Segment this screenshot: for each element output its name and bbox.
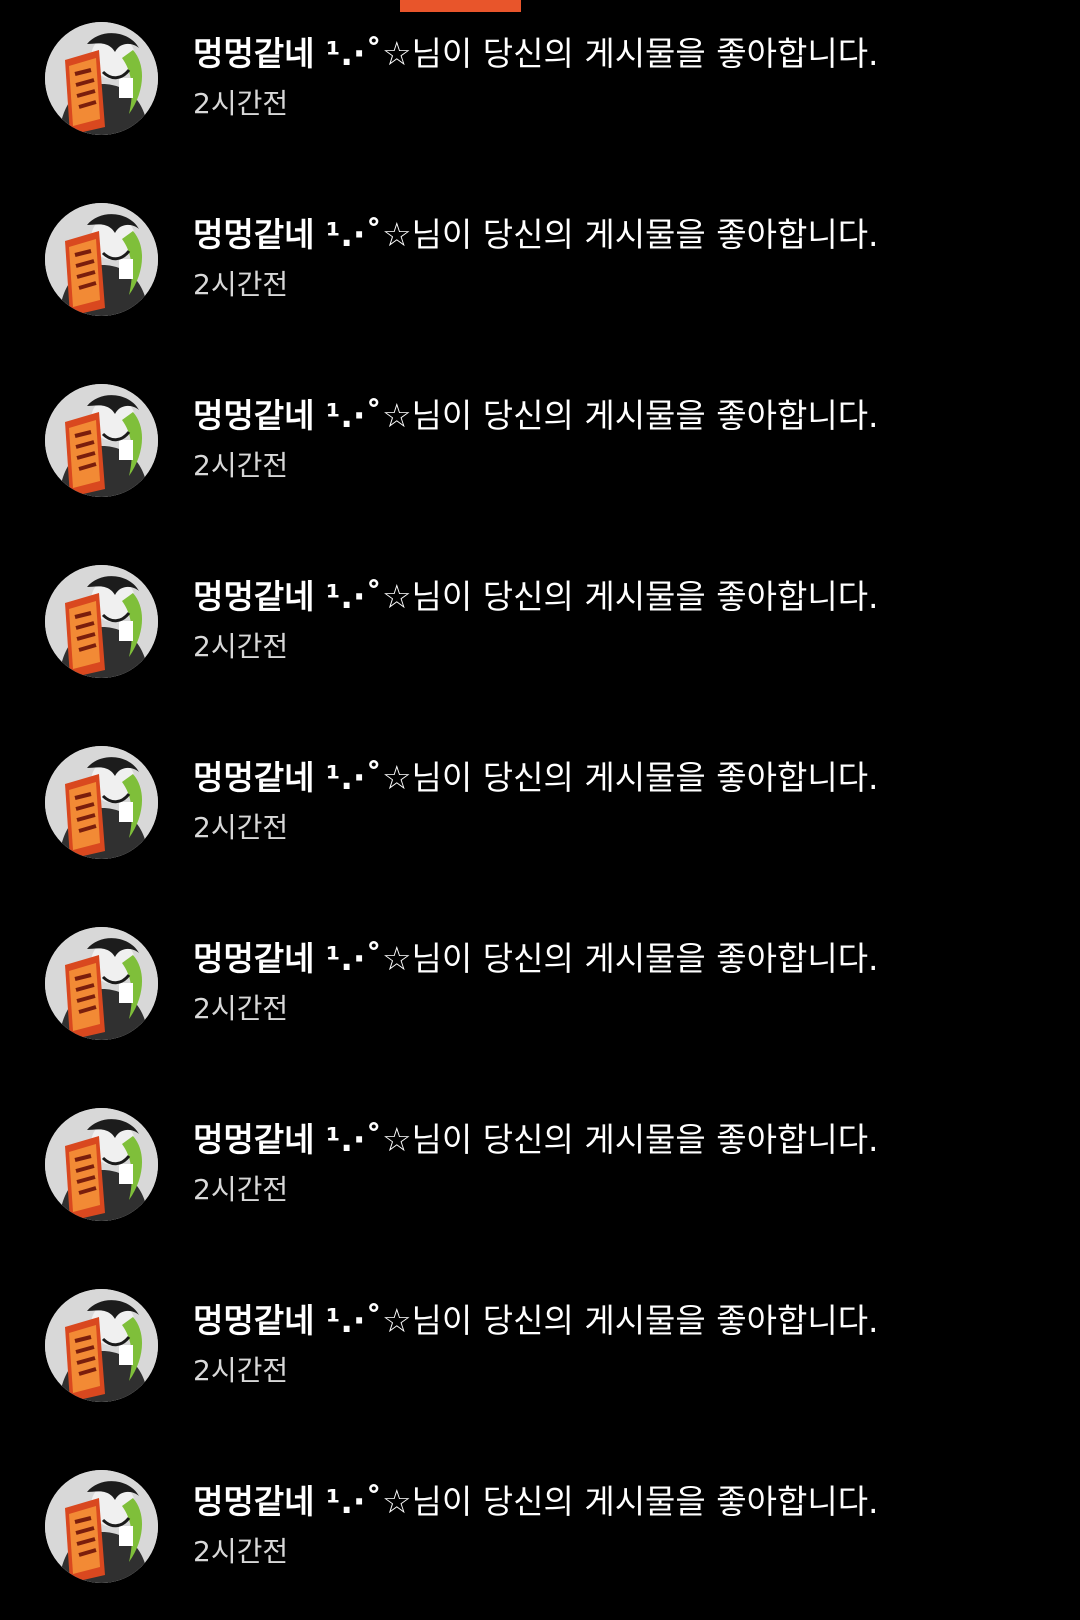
action-text: ☆님이 당신의 게시물을 좋아합니다. — [381, 1120, 879, 1159]
notification-text: 멍멍같네 ¹.·˚☆님이 당신의 게시물을 좋아합니다. 2시간전 — [193, 1118, 1053, 1208]
list-item[interactable]: 멍멍같네 ¹.·˚☆님이 당신의 게시물을 좋아합니다. 2시간전 — [0, 746, 1080, 927]
action-text: ☆님이 당신의 게시물을 좋아합니다. — [381, 1482, 879, 1521]
action-text: ☆님이 당신의 게시물을 좋아합니다. — [381, 215, 879, 254]
username[interactable]: 멍멍같네 ¹.·˚ — [193, 939, 382, 978]
timestamp: 2시간전 — [193, 449, 289, 482]
action-text: ☆님이 당신의 게시물을 좋아합니다. — [381, 758, 879, 797]
list-item[interactable]: 멍멍같네 ¹.·˚☆님이 당신의 게시물을 좋아합니다. 2시간전 — [0, 1108, 1080, 1289]
notifications-page: 멍멍같네 ¹.·˚☆님이 당신의 게시물을 좋아합니다. 2시간전 멍멍같네 ¹… — [0, 0, 1080, 1620]
list-item[interactable]: 멍멍같네 ¹.·˚☆님이 당신의 게시물을 좋아합니다. 2시간전 — [0, 22, 1080, 203]
action-text: ☆님이 당신의 게시물을 좋아합니다. — [381, 396, 879, 435]
profile-avatar-icon[interactable] — [45, 203, 158, 316]
timestamp: 2시간전 — [193, 87, 289, 120]
list-item[interactable]: 멍멍같네 ¹.·˚☆님이 당신의 게시물을 좋아합니다. 2시간전 — [0, 203, 1080, 384]
notification-text: 멍멍같네 ¹.·˚☆님이 당신의 게시물을 좋아합니다. 2시간전 — [193, 756, 1053, 846]
timestamp: 2시간전 — [193, 1173, 289, 1206]
list-item[interactable]: 멍멍같네 ¹.·˚☆님이 당신의 게시물을 좋아합니다. 2시간전 — [0, 927, 1080, 1108]
timestamp: 2시간전 — [193, 268, 289, 301]
notification-text: 멍멍같네 ¹.·˚☆님이 당신의 게시물을 좋아합니다. 2시간전 — [193, 213, 1053, 303]
username[interactable]: 멍멍같네 ¹.·˚ — [193, 577, 382, 616]
notification-message: 멍멍같네 ¹.·˚☆님이 당신의 게시물을 좋아합니다. — [193, 1118, 1053, 1162]
action-text: ☆님이 당신의 게시물을 좋아합니다. — [381, 577, 879, 616]
notification-message: 멍멍같네 ¹.·˚☆님이 당신의 게시물을 좋아합니다. — [193, 32, 1053, 76]
profile-avatar-icon[interactable] — [45, 1289, 158, 1402]
list-item[interactable]: 멍멍같네 ¹.·˚☆님이 당신의 게시물을 좋아합니다. 2시간전 — [0, 1289, 1080, 1470]
list-item[interactable]: 멍멍같네 ¹.·˚☆님이 당신의 게시물을 좋아합니다. 2시간전 — [0, 565, 1080, 746]
notification-text: 멍멍같네 ¹.·˚☆님이 당신의 게시물을 좋아합니다. 2시간전 — [193, 937, 1053, 1027]
notification-text: 멍멍같네 ¹.·˚☆님이 당신의 게시물을 좋아합니다. 2시간전 — [193, 32, 1053, 122]
notification-text: 멍멍같네 ¹.·˚☆님이 당신의 게시물을 좋아합니다. 2시간전 — [193, 394, 1053, 484]
username[interactable]: 멍멍같네 ¹.·˚ — [193, 1301, 382, 1340]
profile-avatar-icon[interactable] — [45, 384, 158, 497]
profile-avatar-icon[interactable] — [45, 1108, 158, 1221]
action-text: ☆님이 당신의 게시물을 좋아합니다. — [381, 939, 879, 978]
notification-message: 멍멍같네 ¹.·˚☆님이 당신의 게시물을 좋아합니다. — [193, 575, 1053, 619]
profile-avatar-icon[interactable] — [45, 1470, 158, 1583]
username[interactable]: 멍멍같네 ¹.·˚ — [193, 34, 382, 73]
list-item[interactable]: 멍멍같네 ¹.·˚☆님이 당신의 게시물을 좋아합니다. 2시간전 — [0, 384, 1080, 565]
action-text: ☆님이 당신의 게시물을 좋아합니다. — [381, 34, 879, 73]
profile-avatar-icon[interactable] — [45, 565, 158, 678]
notification-message: 멍멍같네 ¹.·˚☆님이 당신의 게시물을 좋아합니다. — [193, 937, 1053, 981]
notification-message: 멍멍같네 ¹.·˚☆님이 당신의 게시물을 좋아합니다. — [193, 394, 1053, 438]
profile-avatar-icon[interactable] — [45, 746, 158, 859]
list-item[interactable]: 멍멍같네 ¹.·˚☆님이 당신의 게시물을 좋아합니다. 2시간전 — [0, 1470, 1080, 1620]
notification-text: 멍멍같네 ¹.·˚☆님이 당신의 게시물을 좋아합니다. 2시간전 — [193, 1480, 1053, 1570]
timestamp: 2시간전 — [193, 992, 289, 1025]
notification-text: 멍멍같네 ¹.·˚☆님이 당신의 게시물을 좋아합니다. 2시간전 — [193, 1299, 1053, 1389]
timestamp: 2시간전 — [193, 1354, 289, 1387]
timestamp: 2시간전 — [193, 1535, 289, 1568]
username[interactable]: 멍멍같네 ¹.·˚ — [193, 758, 382, 797]
notification-message: 멍멍같네 ¹.·˚☆님이 당신의 게시물을 좋아합니다. — [193, 213, 1053, 257]
notification-message: 멍멍같네 ¹.·˚☆님이 당신의 게시물을 좋아합니다. — [193, 1480, 1053, 1524]
username[interactable]: 멍멍같네 ¹.·˚ — [193, 1120, 382, 1159]
notification-message: 멍멍같네 ¹.·˚☆님이 당신의 게시물을 좋아합니다. — [193, 756, 1053, 800]
active-tab-indicator — [400, 0, 521, 12]
profile-avatar-icon[interactable] — [45, 927, 158, 1040]
notification-message: 멍멍같네 ¹.·˚☆님이 당신의 게시물을 좋아합니다. — [193, 1299, 1053, 1343]
username[interactable]: 멍멍같네 ¹.·˚ — [193, 215, 382, 254]
profile-avatar-icon[interactable] — [45, 22, 158, 135]
timestamp: 2시간전 — [193, 630, 289, 663]
timestamp: 2시간전 — [193, 811, 289, 844]
action-text: ☆님이 당신의 게시물을 좋아합니다. — [381, 1301, 879, 1340]
username[interactable]: 멍멍같네 ¹.·˚ — [193, 1482, 382, 1521]
username[interactable]: 멍멍같네 ¹.·˚ — [193, 396, 382, 435]
notification-text: 멍멍같네 ¹.·˚☆님이 당신의 게시물을 좋아합니다. 2시간전 — [193, 575, 1053, 665]
